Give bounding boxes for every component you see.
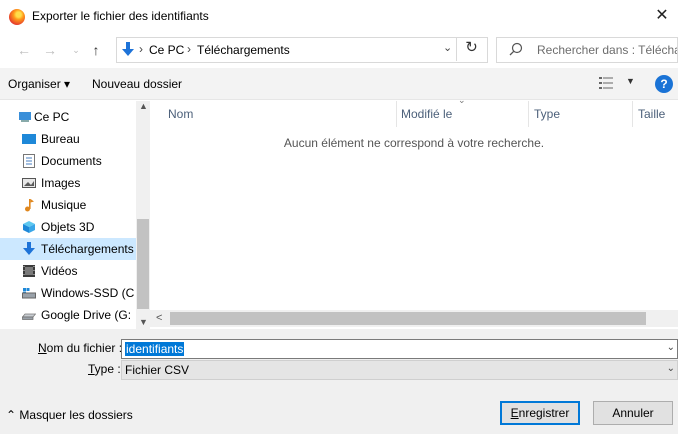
downloads-location-icon [122, 42, 134, 56]
drive-g-icon [22, 313, 36, 320]
sidebar-item-bureau[interactable]: Bureau [0, 128, 136, 150]
address-dropdown-chevron-icon[interactable]: ⌄ [443, 41, 457, 54]
address-row: ← → ⌄ ↑ › Ce PC › Téléchargements ⌄ ↻ Re… [0, 32, 678, 68]
sidebar-item-telechargements[interactable]: Téléchargements [0, 238, 136, 260]
firefox-icon [9, 9, 25, 25]
up-arrow-icon[interactable]: ↑ [88, 41, 104, 59]
filetype-select[interactable]: Fichier CSV ⌄ [121, 360, 678, 380]
filename-input[interactable]: identifiants ⌄ [121, 339, 678, 359]
music-icon [25, 199, 34, 212]
sidebar-item-documents[interactable]: Documents [0, 150, 136, 172]
filetype-label: Type : [88, 362, 121, 376]
file-list: Nom Modifié le ⌄ Type Taille Aucun éléme… [150, 95, 678, 329]
organize-menu-button[interactable]: Organiser ▾ [8, 77, 70, 91]
scroll-down-icon[interactable]: ▼ [139, 317, 148, 327]
sidebar-item-label: Documents [41, 154, 102, 168]
objects3d-icon [23, 221, 35, 233]
sidebar-item-videos[interactable]: Vidéos [0, 260, 136, 282]
save-form: Nom du fichier : identifiants ⌄ Type : F… [0, 329, 678, 434]
filetype-dropdown-chevron-icon[interactable]: ⌄ [667, 363, 675, 374]
sidebar-item-label: Google Drive (G: [41, 308, 132, 322]
column-header-size[interactable]: Taille [638, 107, 665, 121]
videos-icon [23, 265, 35, 277]
recent-locations-chevron-icon[interactable]: ⌄ [68, 41, 84, 59]
documents-icon [23, 154, 35, 168]
refresh-icon[interactable]: ↻ [456, 37, 486, 61]
breadcrumb-downloads[interactable]: Téléchargements [197, 43, 290, 57]
sidebar-item-label: Objets 3D [41, 220, 95, 234]
pc-icon [19, 112, 31, 122]
title-bar: Exporter le fichier des identifiants ✕ [0, 0, 678, 32]
desktop-folder-icon [22, 134, 36, 144]
filetype-value: Fichier CSV [125, 363, 190, 377]
filename-label: Nom du fichier : [38, 341, 123, 355]
sidebar-item-musique[interactable]: Musique [0, 194, 136, 216]
column-divider[interactable] [396, 101, 397, 127]
images-icon [22, 178, 36, 188]
breadcrumb-ce-pc[interactable]: Ce PC [149, 43, 184, 57]
sidebar-item-windows-ssd[interactable]: Windows-SSD (C [0, 282, 136, 304]
sidebar-item-label: Vidéos [41, 264, 78, 278]
filename-dropdown-chevron-icon[interactable]: ⌄ [667, 342, 675, 353]
hide-folders-button[interactable]: ⌃ Masquer les dossiers [6, 408, 133, 422]
navigation-scrollbar[interactable]: ▲ ▼ [136, 101, 150, 329]
sidebar-item-label: Bureau [41, 132, 80, 146]
close-icon[interactable]: ✕ [652, 6, 672, 26]
new-folder-button[interactable]: Nouveau dossier [92, 77, 182, 91]
back-arrow-icon[interactable]: ← [16, 41, 32, 59]
save-button[interactable]: Enregistrer [500, 401, 580, 425]
sidebar-item-ce-pc[interactable]: Ce PC [0, 106, 136, 128]
sidebar-item-label: Téléchargements [41, 242, 134, 256]
cancel-button[interactable]: Annuler [593, 401, 673, 425]
view-options-icon[interactable] [599, 76, 613, 90]
column-header-type[interactable]: Type [534, 107, 560, 121]
scrollbar-thumb[interactable] [137, 219, 149, 309]
drive-c-icon [22, 288, 36, 299]
forward-arrow-icon[interactable]: → [42, 41, 58, 59]
horizontal-scrollbar[interactable]: < [150, 310, 678, 327]
sidebar-item-label: Ce PC [34, 110, 70, 124]
chevron-up-icon: ⌃ [6, 408, 17, 422]
downloads-icon [23, 242, 35, 255]
search-input[interactable]: Rechercher dans : Télécharge... [496, 37, 678, 63]
sidebar-item-images[interactable]: Images [0, 172, 136, 194]
breadcrumb-separator-icon: › [187, 42, 191, 56]
sort-chevron-icon: ⌄ [458, 95, 466, 105]
empty-list-message: Aucun élément ne correspond à votre rech… [283, 136, 545, 150]
sidebar-item-google-drive[interactable]: Google Drive (G: [0, 304, 136, 326]
view-dropdown-chevron-icon[interactable]: ▼ [626, 76, 635, 86]
navigation-pane: Ce PC Bureau Documents Images Musique Ob… [0, 101, 150, 329]
breadcrumb-separator-icon: › [139, 42, 143, 56]
scroll-left-icon[interactable]: < [156, 312, 162, 324]
sidebar-item-label: Musique [41, 198, 87, 212]
hide-folders-label: Masquer les dossiers [19, 408, 133, 422]
window-title: Exporter le fichier des identifiants [32, 9, 209, 23]
filename-value: identifiants [125, 342, 185, 356]
scrollbar-thumb[interactable] [170, 312, 646, 325]
column-divider[interactable] [528, 101, 529, 127]
column-header-modified[interactable]: Modifié le [401, 107, 452, 121]
sidebar-item-label: Windows-SSD (C [41, 286, 135, 300]
column-header-name[interactable]: Nom [168, 107, 193, 121]
scroll-up-icon[interactable]: ▲ [139, 101, 148, 111]
address-bar[interactable]: › Ce PC › Téléchargements ⌄ [116, 37, 488, 63]
sidebar-item-objets-3d[interactable]: Objets 3D [0, 216, 136, 238]
sidebar-item-label: Images [41, 176, 81, 190]
column-divider[interactable] [632, 101, 633, 127]
help-icon[interactable]: ? [655, 75, 673, 93]
command-bar: Organiser ▾ Nouveau dossier ▼ ? [0, 68, 678, 100]
search-icon [509, 42, 523, 56]
search-placeholder: Rechercher dans : Télécharge... [537, 43, 677, 57]
